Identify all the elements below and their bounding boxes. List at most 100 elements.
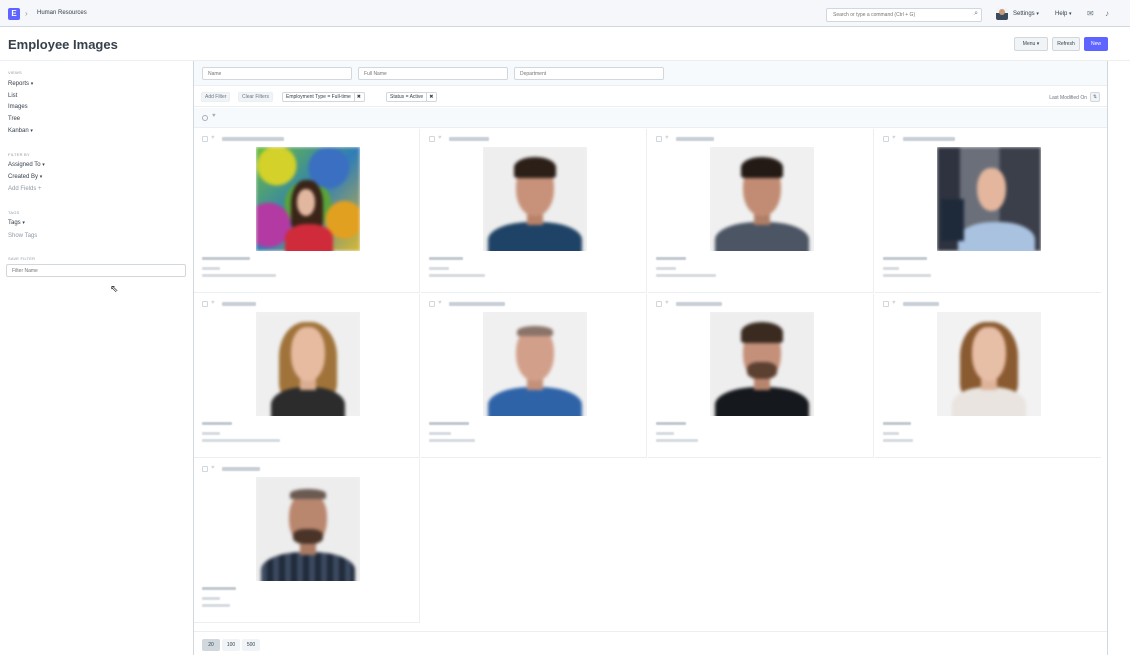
image-card[interactable]: ♥: [648, 129, 874, 293]
card-field-redacted: [656, 274, 716, 277]
chevron-right-icon: ›: [25, 9, 28, 18]
card-field-redacted: [202, 439, 280, 442]
page-length-500[interactable]: 500: [242, 639, 260, 651]
chevron-down-icon: ▾: [30, 81, 34, 87]
card-header: ♥: [656, 300, 746, 307]
card-checkbox[interactable]: [202, 466, 208, 472]
menu-button[interactable]: Menu ▾: [1014, 37, 1048, 51]
sidebar-item-label: Created By: [8, 174, 39, 180]
add-filter-button[interactable]: Add Filter: [201, 92, 231, 102]
card-checkbox[interactable]: [429, 301, 435, 307]
employee-photo[interactable]: [937, 147, 1041, 251]
breadcrumb-human-resources[interactable]: Human Resources: [37, 10, 87, 16]
settings-dropdown[interactable]: Settings ▾: [1013, 11, 1039, 17]
search-icon[interactable]: ⌕: [974, 10, 978, 18]
heart-icon[interactable]: ♥: [892, 135, 896, 141]
card-header: ♥: [429, 300, 519, 307]
clear-filters-button[interactable]: Clear Filters: [238, 92, 273, 102]
user-avatar[interactable]: [996, 8, 1008, 20]
filter-name-field[interactable]: [6, 264, 186, 277]
department-filter-input[interactable]: [515, 68, 660, 79]
image-card[interactable]: ♥: [875, 129, 1101, 293]
employee-photo[interactable]: [256, 477, 360, 581]
heart-icon[interactable]: ♥: [892, 300, 896, 306]
card-checkbox[interactable]: [883, 136, 889, 142]
sidebar-item-kanban[interactable]: Kanban ▾: [8, 128, 33, 134]
employee-photo[interactable]: [256, 147, 360, 251]
sidebar-item-assigned-to[interactable]: Assigned To ▾: [8, 162, 45, 168]
help-dropdown[interactable]: Help ▾: [1055, 11, 1072, 17]
sort-order-icon[interactable]: ⇅: [1090, 92, 1100, 102]
sidebar-item-show-tags[interactable]: Show Tags: [8, 233, 37, 239]
sidebar-item-tags[interactable]: Tags ▾: [8, 220, 25, 226]
awesome-bar-input[interactable]: [827, 9, 967, 21]
heart-icon[interactable]: ♥: [665, 300, 669, 306]
page-length-20[interactable]: 20: [202, 639, 220, 651]
department-filter-field[interactable]: [514, 67, 664, 80]
name-filter-input[interactable]: [203, 68, 348, 79]
card-header: ♥: [429, 135, 519, 142]
filter-tags-row: Add Filter Clear Filters Employment Type…: [194, 86, 1107, 107]
new-button[interactable]: New: [1084, 37, 1108, 51]
sidebar-item-tree[interactable]: Tree: [8, 116, 20, 122]
close-icon[interactable]: ✖: [353, 93, 361, 101]
heart-icon[interactable]: ♥: [212, 113, 216, 119]
employee-photo[interactable]: [937, 312, 1041, 416]
card-title-redacted: [449, 302, 505, 306]
awesome-bar[interactable]: ⌕: [826, 8, 982, 22]
filter-chip-employment-type[interactable]: Employment Type = Full-time ✖: [282, 92, 365, 102]
filter-chip-status[interactable]: Status = Active ✖: [386, 92, 438, 102]
heart-icon[interactable]: ♥: [438, 300, 442, 306]
image-card[interactable]: ♥: [421, 129, 647, 293]
page-length-100[interactable]: 100: [222, 639, 240, 651]
card-header: ♥: [202, 135, 292, 142]
employee-photo[interactable]: [710, 312, 814, 416]
image-card[interactable]: ♥: [421, 294, 647, 458]
filter-by-heading: FILTER BY: [8, 152, 30, 157]
close-icon[interactable]: ✖: [426, 93, 433, 101]
card-title-redacted: [903, 302, 939, 306]
help-label: Help: [1055, 11, 1068, 17]
save-filter-heading: SAVE FILTER: [8, 256, 36, 261]
card-checkbox[interactable]: [429, 136, 435, 142]
sidebar-item-reports[interactable]: Reports ▾: [8, 81, 33, 87]
sort-by-selector[interactable]: Last Modified On: [1049, 95, 1087, 101]
image-card[interactable]: ♥: [194, 129, 420, 293]
app-logo[interactable]: E: [8, 8, 20, 20]
filter-chip-label: Status = Active: [390, 94, 424, 100]
card-checkbox[interactable]: [202, 136, 208, 142]
sidebar-item-list[interactable]: List: [8, 93, 17, 99]
sidebar-item-created-by[interactable]: Created By ▾: [8, 174, 42, 180]
top-navbar: E › Human Resources ⌕ Settings ▾ Help ▾ …: [0, 0, 1130, 27]
sidebar-item-images[interactable]: Images: [8, 104, 28, 110]
heart-icon[interactable]: ♥: [438, 135, 442, 141]
filter-name-input[interactable]: [7, 265, 177, 276]
card-field-redacted: [883, 432, 899, 435]
image-card[interactable]: ♥: [194, 459, 420, 623]
card-checkbox[interactable]: [202, 301, 208, 307]
heart-icon[interactable]: ♥: [211, 300, 215, 306]
image-card[interactable]: ♥: [194, 294, 420, 458]
employee-photo[interactable]: [256, 312, 360, 416]
refresh-button[interactable]: Refresh: [1052, 37, 1080, 51]
select-all-checkbox[interactable]: [202, 115, 208, 121]
full-name-filter-input[interactable]: [359, 68, 504, 79]
card-field-redacted: [656, 432, 674, 435]
chat-icon[interactable]: ✉: [1087, 9, 1094, 18]
card-checkbox[interactable]: [656, 301, 662, 307]
sidebar-item-add-fields[interactable]: Add Fields +: [8, 186, 42, 192]
image-card[interactable]: ♥: [875, 294, 1101, 458]
card-field-redacted: [429, 267, 449, 270]
heart-icon[interactable]: ♥: [211, 465, 215, 471]
employee-photo[interactable]: [710, 147, 814, 251]
image-card[interactable]: ♥: [648, 294, 874, 458]
card-checkbox[interactable]: [883, 301, 889, 307]
card-checkbox[interactable]: [656, 136, 662, 142]
full-name-filter-field[interactable]: [358, 67, 508, 80]
heart-icon[interactable]: ♥: [665, 135, 669, 141]
bell-icon[interactable]: ♪: [1105, 9, 1109, 18]
employee-photo[interactable]: [483, 312, 587, 416]
heart-icon[interactable]: ♥: [211, 135, 215, 141]
employee-photo[interactable]: [483, 147, 587, 251]
name-filter-field[interactable]: [202, 67, 352, 80]
